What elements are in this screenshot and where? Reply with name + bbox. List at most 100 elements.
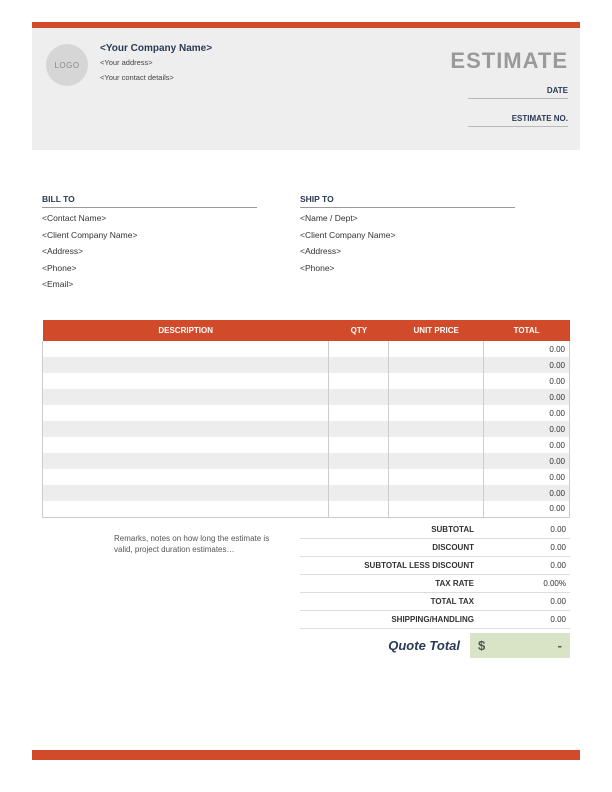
cell-unit_price[interactable] bbox=[389, 421, 484, 437]
summary-label: DISCOUNT bbox=[304, 543, 494, 552]
col-header-total: TOTAL bbox=[484, 320, 570, 341]
summary-value: 0.00 bbox=[494, 543, 566, 552]
col-header-description: DESCRIPTION bbox=[43, 320, 329, 341]
cell-unit_price[interactable] bbox=[389, 469, 484, 485]
date-field[interactable]: DATE bbox=[468, 86, 568, 99]
cell-description[interactable] bbox=[43, 501, 329, 517]
summary-block: SUBTOTAL 0.00 DISCOUNT 0.00 SUBTOTAL LES… bbox=[300, 521, 570, 658]
cell-unit_price[interactable] bbox=[389, 373, 484, 389]
cell-description[interactable] bbox=[43, 453, 329, 469]
cell-total[interactable]: 0.00 bbox=[484, 373, 570, 389]
cell-total[interactable]: 0.00 bbox=[484, 357, 570, 373]
cell-unit_price[interactable] bbox=[389, 341, 484, 357]
cell-qty[interactable] bbox=[329, 341, 389, 357]
summary-label: TOTAL TAX bbox=[304, 597, 494, 606]
cell-qty[interactable] bbox=[329, 485, 389, 501]
remarks-text[interactable]: Remarks, notes on how long the estimate … bbox=[114, 534, 284, 556]
cell-unit_price[interactable] bbox=[389, 437, 484, 453]
table-row[interactable]: 0.00 bbox=[43, 437, 570, 453]
cell-qty[interactable] bbox=[329, 373, 389, 389]
cell-total[interactable]: 0.00 bbox=[484, 421, 570, 437]
cell-description[interactable] bbox=[43, 437, 329, 453]
cell-qty[interactable] bbox=[329, 437, 389, 453]
cell-total[interactable]: 0.00 bbox=[484, 437, 570, 453]
cell-description[interactable] bbox=[43, 405, 329, 421]
bottom-accent-bar bbox=[32, 750, 580, 760]
table-row[interactable]: 0.00 bbox=[43, 389, 570, 405]
company-info: <Your Company Name> <Your address> <Your… bbox=[100, 42, 212, 87]
cell-description[interactable] bbox=[43, 357, 329, 373]
cell-total[interactable]: 0.00 bbox=[484, 485, 570, 501]
table-row[interactable]: 0.00 bbox=[43, 453, 570, 469]
cell-total[interactable]: 0.00 bbox=[484, 389, 570, 405]
table-row[interactable]: 0.00 bbox=[43, 469, 570, 485]
cell-description[interactable] bbox=[43, 485, 329, 501]
cell-description[interactable] bbox=[43, 341, 329, 357]
cell-unit_price[interactable] bbox=[389, 357, 484, 373]
cell-total[interactable]: 0.00 bbox=[484, 453, 570, 469]
table-row[interactable]: 0.00 bbox=[43, 501, 570, 517]
cell-total[interactable]: 0.00 bbox=[484, 501, 570, 517]
quote-total-row: Quote Total $ - bbox=[300, 633, 570, 658]
cell-qty[interactable] bbox=[329, 357, 389, 373]
company-address: <Your address> bbox=[100, 58, 212, 69]
bill-to-block[interactable]: <Contact Name> <Client Company Name> <Ad… bbox=[42, 210, 137, 293]
cell-qty[interactable] bbox=[329, 501, 389, 517]
bill-to-label: BILL TO bbox=[42, 194, 257, 208]
table-row[interactable]: 0.00 bbox=[43, 405, 570, 421]
cell-qty[interactable] bbox=[329, 389, 389, 405]
cell-qty[interactable] bbox=[329, 453, 389, 469]
ship-to-line: <Address> bbox=[300, 243, 395, 260]
quote-total-label: Quote Total bbox=[300, 638, 470, 653]
cell-total[interactable]: 0.00 bbox=[484, 405, 570, 421]
cell-description[interactable] bbox=[43, 469, 329, 485]
table-row[interactable]: 0.00 bbox=[43, 373, 570, 389]
cell-total[interactable]: 0.00 bbox=[484, 341, 570, 357]
company-name: <Your Company Name> bbox=[100, 42, 212, 56]
cell-qty[interactable] bbox=[329, 469, 389, 485]
summary-value: 0.00 bbox=[494, 597, 566, 606]
summary-subtotal: SUBTOTAL 0.00 bbox=[300, 521, 570, 539]
cell-description[interactable] bbox=[43, 389, 329, 405]
quote-total-amount: - bbox=[558, 638, 562, 653]
cell-unit_price[interactable] bbox=[389, 501, 484, 517]
summary-label: SUBTOTAL LESS DISCOUNT bbox=[304, 561, 494, 570]
summary-value: 0.00 bbox=[494, 615, 566, 624]
quote-total-value: $ - bbox=[470, 633, 570, 658]
document-title: ESTIMATE bbox=[450, 48, 568, 74]
summary-shipping: SHIPPING/HANDLING 0.00 bbox=[300, 611, 570, 629]
summary-total-tax: TOTAL TAX 0.00 bbox=[300, 593, 570, 611]
bill-to-line: <Phone> bbox=[42, 260, 137, 277]
logo-placeholder: LOGO bbox=[46, 44, 88, 86]
table-row[interactable]: 0.00 bbox=[43, 485, 570, 501]
table-row[interactable]: 0.00 bbox=[43, 357, 570, 373]
cell-qty[interactable] bbox=[329, 421, 389, 437]
quote-total-currency: $ bbox=[478, 638, 485, 653]
line-items-table: DESCRIPTION QTY UNIT PRICE TOTAL 0.000.0… bbox=[42, 320, 570, 518]
col-header-unit-price: UNIT PRICE bbox=[389, 320, 484, 341]
ship-to-block[interactable]: <Name / Dept> <Client Company Name> <Add… bbox=[300, 210, 395, 276]
cell-unit_price[interactable] bbox=[389, 453, 484, 469]
cell-total[interactable]: 0.00 bbox=[484, 469, 570, 485]
ship-to-line: <Name / Dept> bbox=[300, 210, 395, 227]
table-row[interactable]: 0.00 bbox=[43, 421, 570, 437]
cell-unit_price[interactable] bbox=[389, 389, 484, 405]
ship-to-label: SHIP TO bbox=[300, 194, 515, 208]
estimate-number-field[interactable]: ESTIMATE NO. bbox=[468, 114, 568, 127]
cell-qty[interactable] bbox=[329, 405, 389, 421]
table-row[interactable]: 0.00 bbox=[43, 341, 570, 357]
ship-to-line: <Client Company Name> bbox=[300, 227, 395, 244]
cell-description[interactable] bbox=[43, 373, 329, 389]
cell-unit_price[interactable] bbox=[389, 485, 484, 501]
summary-value: 0.00% bbox=[494, 579, 566, 588]
cell-description[interactable] bbox=[43, 421, 329, 437]
bill-to-line: <Email> bbox=[42, 276, 137, 293]
bill-to-line: <Contact Name> bbox=[42, 210, 137, 227]
summary-label: TAX RATE bbox=[304, 579, 494, 588]
cell-unit_price[interactable] bbox=[389, 405, 484, 421]
bill-to-line: <Address> bbox=[42, 243, 137, 260]
summary-label: SHIPPING/HANDLING bbox=[304, 615, 494, 624]
summary-value: 0.00 bbox=[494, 525, 566, 534]
summary-subtotal-less-discount: SUBTOTAL LESS DISCOUNT 0.00 bbox=[300, 557, 570, 575]
summary-tax-rate: TAX RATE 0.00% bbox=[300, 575, 570, 593]
